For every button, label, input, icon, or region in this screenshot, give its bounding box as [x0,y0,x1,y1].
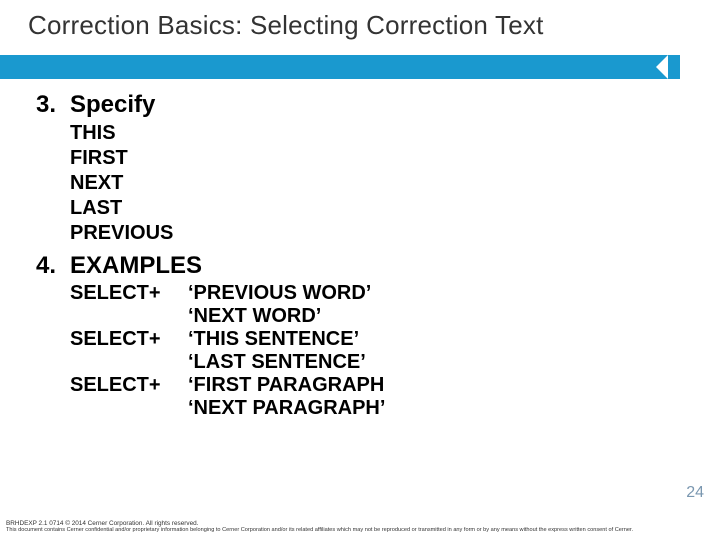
item-heading: Specify [70,91,155,119]
accent-bar [0,55,720,79]
example-target: ‘NEXT WORD’ [188,305,321,328]
option: LAST [70,196,720,221]
list-item: 3. Specify [36,91,720,119]
title-area: Correction Basics: Selecting Correction … [0,0,720,41]
accent-bar-wrap [0,55,720,79]
examples-block: SELECT+ ‘PREVIOUS WORD’ ‘NEXT WORD’ SELE… [70,282,720,420]
example-command [70,397,188,420]
example-command: SELECT+ [70,374,188,397]
item-number: 3. [36,91,70,119]
footer: BRHDEXP 2.1 0714 © 2014 Cerner Corporati… [6,520,680,534]
slide-title: Correction Basics: Selecting Correction … [28,10,720,41]
example-row: SELECT+ ‘THIS SENTENCE’ [70,328,720,351]
example-row: SELECT+ ‘PREVIOUS WORD’ [70,282,720,305]
accent-chevron-icon [680,55,720,79]
page-number: 24 [686,484,704,502]
example-target: ‘FIRST PARAGRAPH [188,374,384,397]
example-target: ‘NEXT PARAGRAPH’ [188,397,385,420]
item-number: 4. [36,252,70,280]
list-item: 4. EXAMPLES [36,252,720,280]
option: PREVIOUS [70,221,720,246]
example-command [70,305,188,328]
example-row: ‘LAST SENTENCE’ [70,351,720,374]
option: NEXT [70,171,720,196]
footer-line-2: This document contains Cerner confidenti… [6,527,680,534]
option: THIS [70,121,720,146]
example-row: ‘NEXT PARAGRAPH’ [70,397,720,420]
footer-line-1: BRHDEXP 2.1 0714 © 2014 Cerner Corporati… [6,520,680,528]
option: FIRST [70,146,720,171]
example-command: SELECT+ [70,328,188,351]
specify-options: THIS FIRST NEXT LAST PREVIOUS [70,121,720,246]
example-target: ‘THIS SENTENCE’ [188,328,359,351]
item-heading: EXAMPLES [70,252,202,280]
example-row: SELECT+ ‘FIRST PARAGRAPH [70,374,720,397]
example-command: SELECT+ [70,282,188,305]
content-area: 3. Specify THIS FIRST NEXT LAST PREVIOUS… [0,79,720,420]
example-command [70,351,188,374]
example-target: ‘LAST SENTENCE’ [188,351,366,374]
example-target: ‘PREVIOUS WORD’ [188,282,371,305]
example-row: ‘NEXT WORD’ [70,305,720,328]
slide: Correction Basics: Selecting Correction … [0,0,720,540]
